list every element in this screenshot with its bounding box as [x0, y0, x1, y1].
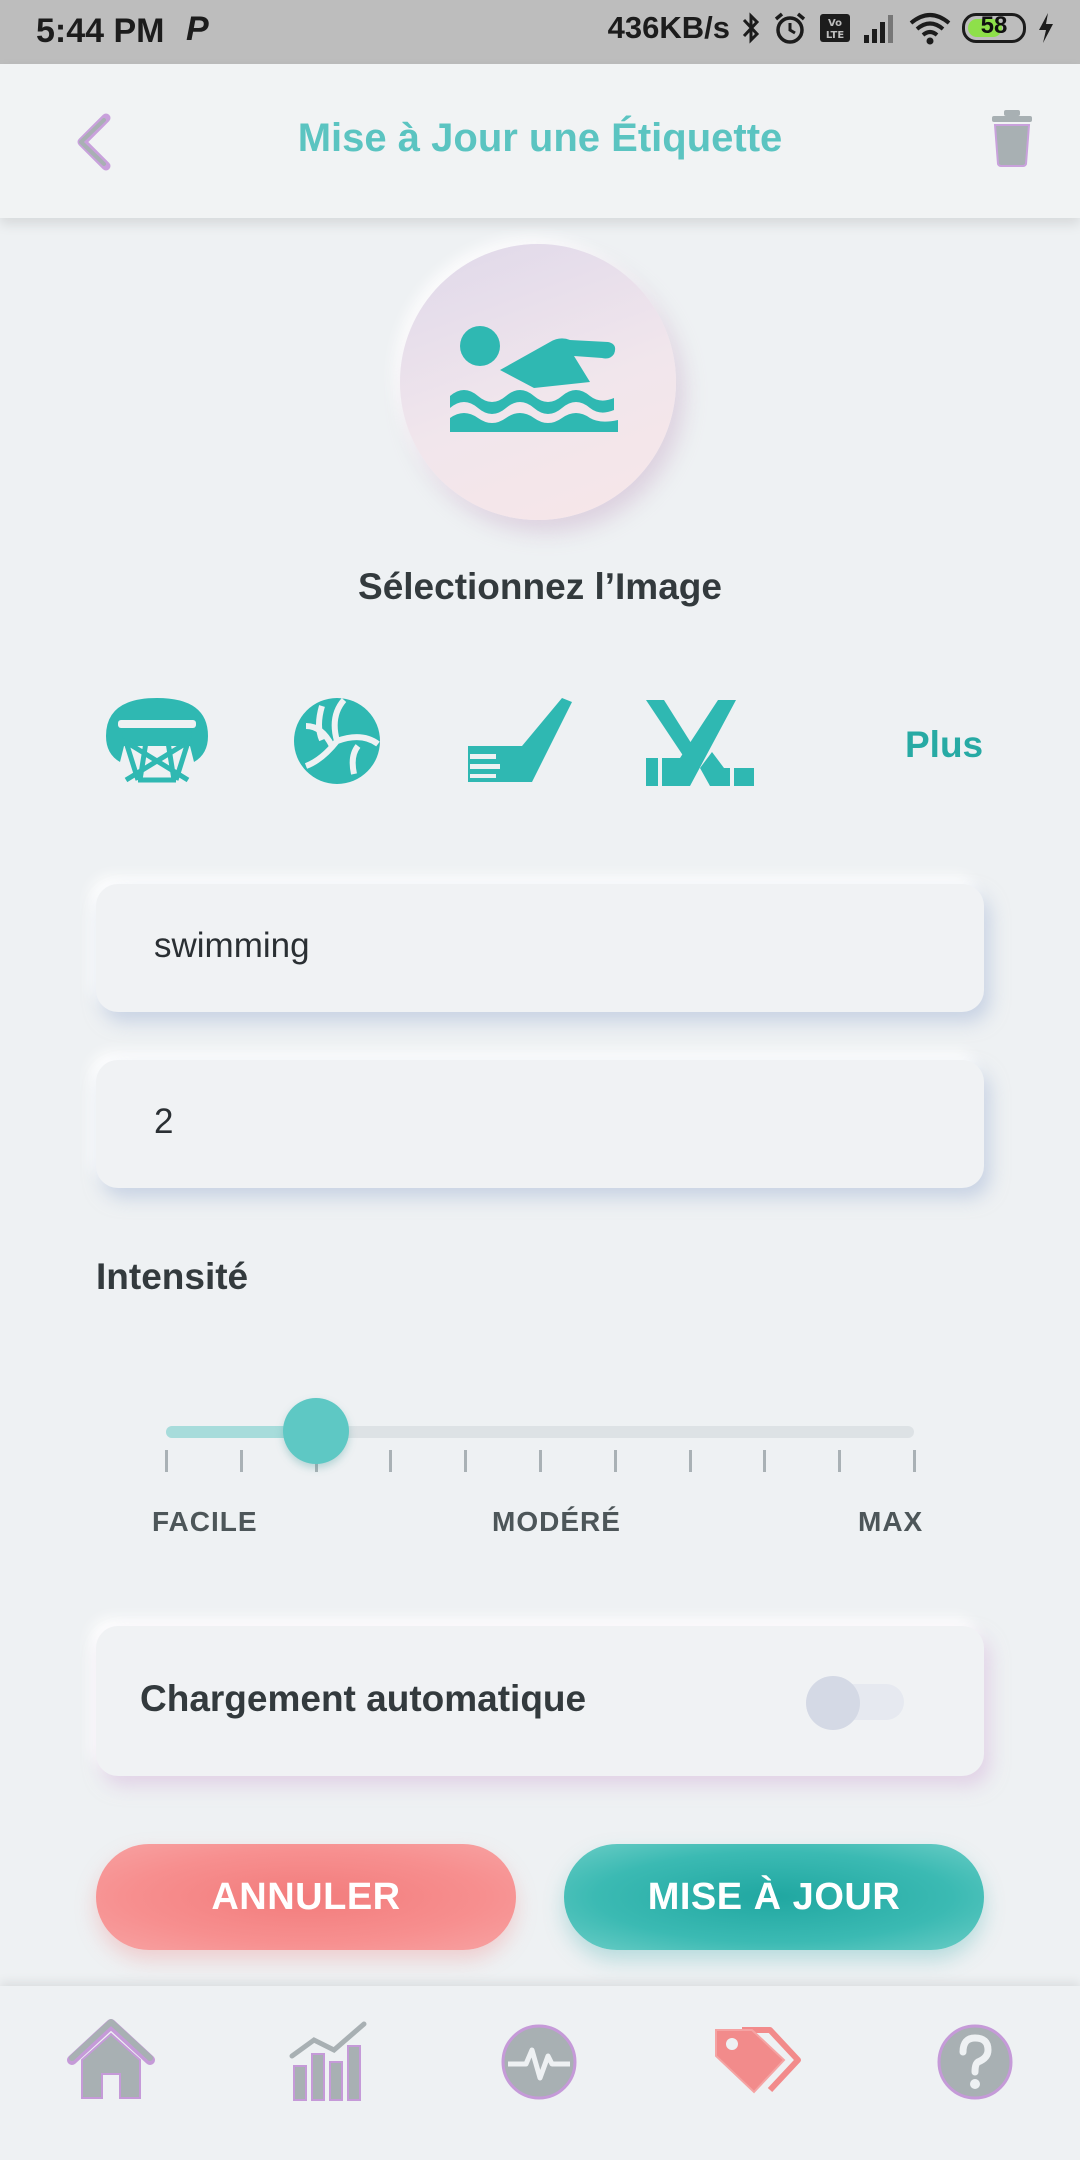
network-speed: 436KB/s: [607, 10, 730, 45]
intensity-slider[interactable]: [165, 1398, 916, 1520]
icon-option-hockey[interactable]: [644, 696, 756, 797]
tags-icon: [715, 2027, 801, 2094]
toggle-knob: [806, 1676, 860, 1730]
icon-option-basketball[interactable]: [104, 696, 210, 791]
basketball-hoop-icon: [106, 698, 208, 783]
status-time: 5:44 PM: [36, 12, 165, 50]
app-indicator-icon: P: [186, 10, 209, 48]
svg-text:Vo: Vo: [828, 18, 842, 29]
slider-tick: [539, 1450, 542, 1472]
icon-option-golf[interactable]: [466, 696, 576, 791]
nav-activity[interactable]: [494, 2016, 584, 2106]
signal-icon: [864, 15, 893, 43]
icon-option-volleyball[interactable]: [292, 696, 382, 791]
battery-percent: 58: [980, 12, 1008, 39]
trash-icon: [992, 110, 1032, 167]
nav-home[interactable]: [66, 2016, 156, 2106]
intensity-label-max: MAX: [858, 1506, 924, 1537]
help-icon: [937, 2024, 1013, 2100]
name-field[interactable]: swimming: [96, 884, 984, 1012]
name-field-value: swimming: [154, 926, 310, 965]
golf-club-icon: [468, 698, 572, 782]
slider-tick: [763, 1450, 767, 1472]
slider-tick: [613, 1450, 617, 1472]
slider-tick: [464, 1450, 468, 1472]
volte-icon: Vo LTE: [820, 14, 850, 42]
charging-icon: [1039, 13, 1053, 43]
activity-icon: [501, 2024, 577, 2100]
auto-load-card: Chargement automatique: [96, 1626, 984, 1776]
swimming-icon: [450, 326, 618, 432]
slider-tick: [239, 1450, 243, 1472]
slider-thumb[interactable]: [282, 1398, 349, 1464]
hockey-sticks-icon: [646, 700, 754, 786]
volleyball-icon: [294, 698, 380, 784]
delete-button[interactable]: [988, 108, 1036, 168]
intensity-label-easy: FACILE: [152, 1506, 258, 1537]
bluetooth-icon: [742, 12, 760, 44]
battery-icon: 58: [962, 12, 1026, 43]
slider-tick: [913, 1450, 916, 1472]
selected-image-button[interactable]: [400, 244, 676, 520]
cancel-button[interactable]: ANNULER: [96, 1844, 516, 1950]
auto-load-toggle[interactable]: [806, 1674, 906, 1730]
slider-tick: [389, 1450, 393, 1472]
slider-tick: [838, 1450, 842, 1472]
number-field-value: 2: [154, 1102, 174, 1141]
auto-load-label: Chargement automatique: [140, 1678, 587, 1719]
intensity-label: Intensité: [96, 1256, 249, 1297]
update-button[interactable]: MISE À JOUR: [564, 1844, 984, 1950]
slider-tick: [688, 1450, 692, 1472]
more-icons-link[interactable]: Plus: [905, 724, 983, 766]
slider-tick: [165, 1450, 168, 1472]
intensity-label-moderate: MODÉRÉ: [492, 1506, 621, 1537]
nav-tags[interactable]: [712, 2016, 802, 2106]
svg-text:LTE: LTE: [826, 30, 845, 41]
select-image-label: Sélectionnez l’Image: [358, 566, 722, 607]
home-icon: [67, 2019, 155, 2099]
bottom-navigation: [0, 1986, 1080, 2160]
app-header: Mise à Jour une Étiquette: [0, 64, 1080, 218]
page-title: Mise à Jour une Étiquette: [297, 116, 783, 160]
nav-help[interactable]: [930, 2016, 1020, 2106]
nav-stats[interactable]: [284, 2016, 374, 2106]
wifi-icon: [909, 13, 951, 45]
status-icons: 436KB/s Vo LTE 58: [608, 10, 1056, 46]
alarm-icon: [774, 12, 806, 44]
number-field[interactable]: 2: [96, 1060, 984, 1188]
stats-icon: [289, 2021, 367, 2101]
status-bar: 5:44 PM P 436KB/s Vo LTE 58: [0, 0, 1080, 64]
